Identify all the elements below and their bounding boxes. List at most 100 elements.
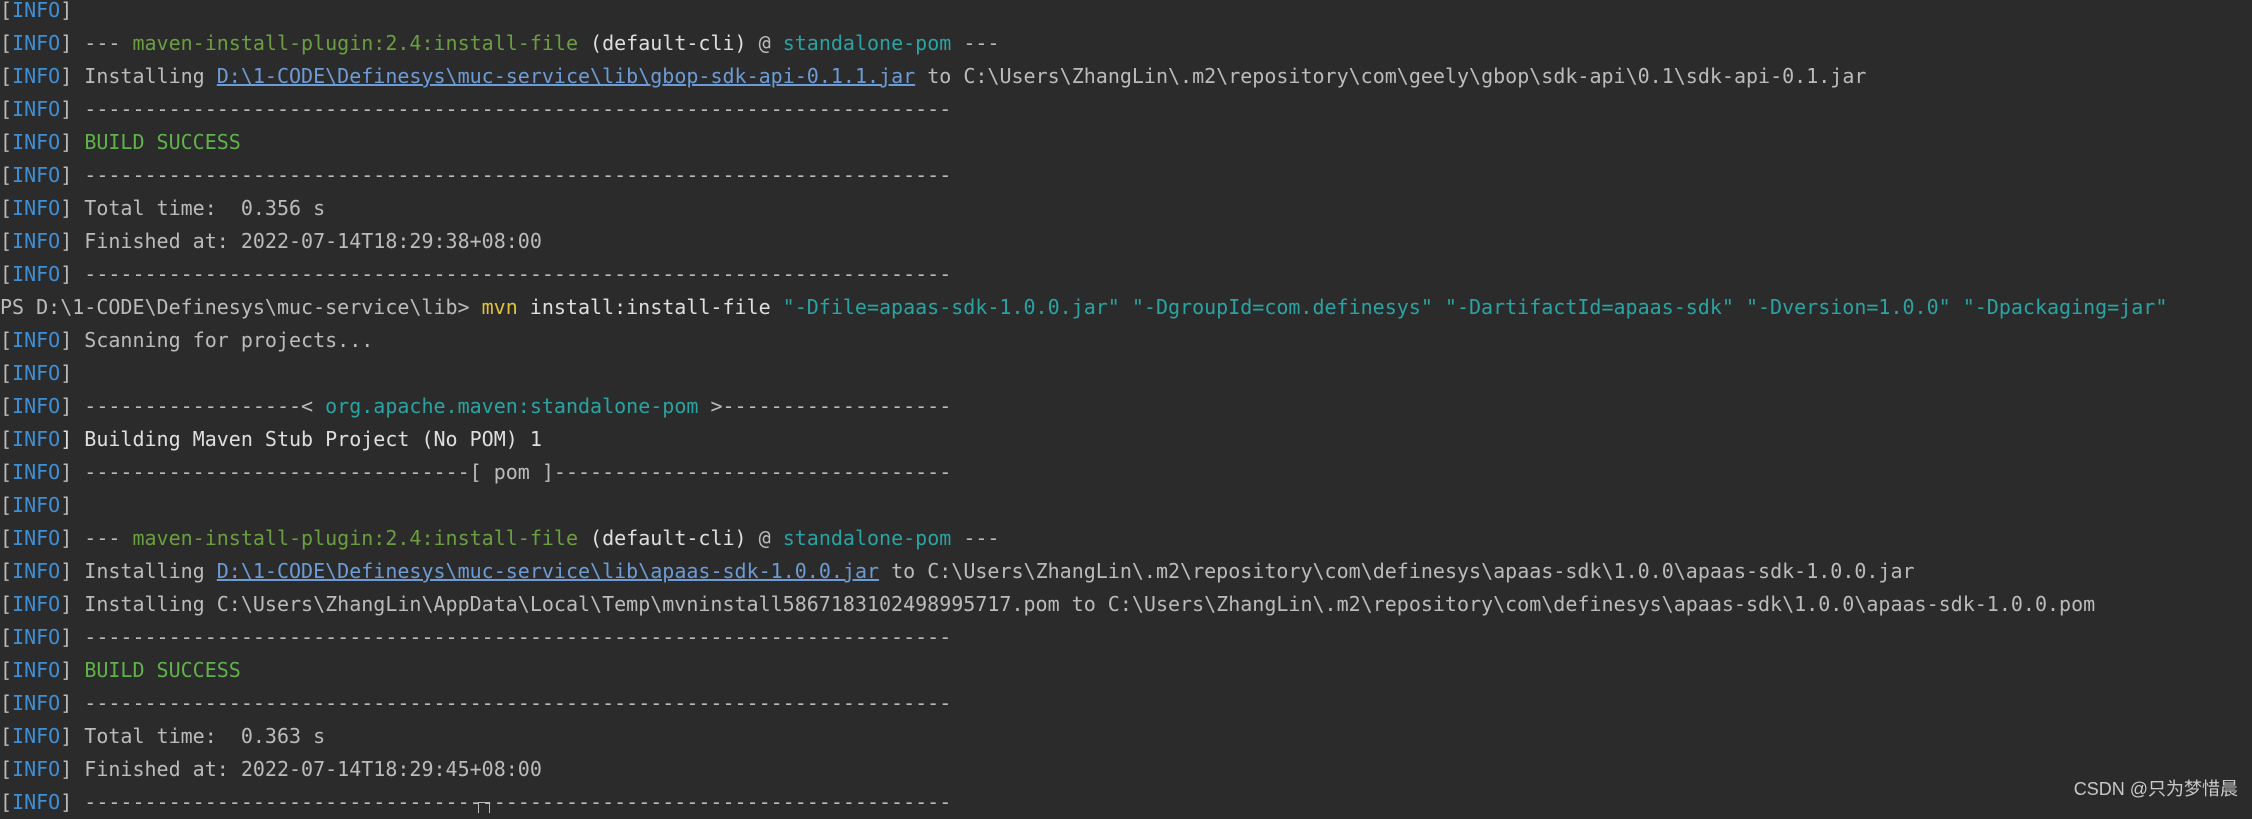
line-segment: maven-install-plugin:2.4:install-file xyxy=(132,31,578,55)
terminal-line: [INFO] Scanning for projects... xyxy=(0,324,2252,357)
terminal-line: [INFO] BUILD SUCCESS xyxy=(0,654,2252,687)
line-segment: [ xyxy=(0,196,13,220)
info-tag: INFO xyxy=(12,559,61,583)
line-segment: BUILD SUCCESS xyxy=(84,658,241,682)
info-tag: INFO xyxy=(12,328,61,352)
terminal-line: [INFO] ---------------------------------… xyxy=(0,786,2252,819)
terminal-line: [INFO] Finished at: 2022-07-14T18:29:45+… xyxy=(0,753,2252,786)
info-tag: INFO xyxy=(12,0,61,22)
line-segment: --- xyxy=(951,31,1000,55)
terminal-line: [INFO] BUILD SUCCESS xyxy=(0,126,2252,159)
line-segment: [ xyxy=(0,460,13,484)
line-segment: (default-cli) xyxy=(578,526,747,550)
line-segment: ] xyxy=(60,361,73,385)
line-segment: maven-install-plugin:2.4:install-file xyxy=(132,526,578,550)
info-tag: INFO xyxy=(12,592,61,616)
info-tag: INFO xyxy=(12,262,61,286)
info-tag: INFO xyxy=(12,724,61,748)
line-segment: ] Finished at: 2022-07-14T18:29:45+08:00 xyxy=(60,757,542,781)
line-segment: ] Finished at: 2022-07-14T18:29:38+08:00 xyxy=(60,229,542,253)
terminal-line: [INFO] ---------------------------------… xyxy=(0,621,2252,654)
line-segment: PS D:\1-CODE\Definesys\muc-service\lib> xyxy=(0,295,482,319)
line-segment: ] Total time: 0.356 s xyxy=(60,196,326,220)
line-segment: [ xyxy=(0,163,13,187)
line-segment: to C:\Users\ZhangLin\.m2\repository\com\… xyxy=(915,64,1867,88)
line-segment: [ xyxy=(0,724,13,748)
terminal-line: [INFO] Installing D:\1-CODE\Definesys\mu… xyxy=(0,555,2252,588)
info-tag: INFO xyxy=(12,31,61,55)
line-segment: org.apache.maven:standalone-pom xyxy=(325,394,699,418)
info-tag: INFO xyxy=(12,130,61,154)
info-tag: INFO xyxy=(12,163,61,187)
line-segment: ] Total time: 0.363 s xyxy=(60,724,326,748)
line-segment: ] xyxy=(60,0,73,22)
line-segment: [ xyxy=(0,592,13,616)
line-segment: [ xyxy=(0,526,13,550)
line-segment: [ xyxy=(0,658,13,682)
line-segment: ] --------------------------------------… xyxy=(60,163,952,187)
line-segment: [ xyxy=(0,625,13,649)
line-segment: --- xyxy=(951,526,1000,550)
line-segment: standalone-pom xyxy=(782,526,952,550)
line-segment: BUILD SUCCESS xyxy=(84,130,241,154)
terminal-output[interactable]: [INFO] [INFO] --- maven-install-plugin:2.… xyxy=(0,0,2252,819)
terminal-line: [INFO] ---------------------------------… xyxy=(0,687,2252,720)
line-segment: ] --------------------------------------… xyxy=(60,97,952,121)
info-tag: INFO xyxy=(12,394,61,418)
line-segment: ] Installing C:\Users\ZhangLin\AppData\L… xyxy=(60,592,2096,616)
file-path-link[interactable]: D:\1-CODE\Definesys\muc-service\lib\gbop… xyxy=(217,64,915,88)
terminal-line: PS D:\1-CODE\Definesys\muc-service\lib> … xyxy=(0,291,2252,324)
line-segment: [ xyxy=(0,361,13,385)
info-tag: INFO xyxy=(12,229,61,253)
terminal-line: [INFO] xyxy=(0,489,2252,522)
line-segment: (default-cli) xyxy=(578,31,747,55)
info-tag: INFO xyxy=(12,493,61,517)
info-tag: INFO xyxy=(12,64,61,88)
line-segment: ] Scanning for projects... xyxy=(60,328,374,352)
terminal-line: [INFO] Installing C:\Users\ZhangLin\AppD… xyxy=(0,588,2252,621)
terminal-line: [INFO] Installing D:\1-CODE\Definesys\mu… xyxy=(0,60,2252,93)
line-segment: [ xyxy=(0,493,13,517)
line-segment: @ xyxy=(746,526,783,550)
line-segment: ] xyxy=(60,493,73,517)
info-tag: INFO xyxy=(12,361,61,385)
terminal-line: [INFO] --------------------------------[… xyxy=(0,456,2252,489)
info-tag: INFO xyxy=(12,460,61,484)
info-tag: INFO xyxy=(12,658,61,682)
text-cursor xyxy=(478,802,490,813)
line-segment: [ xyxy=(0,394,13,418)
terminal-line: [INFO] Building Maven Stub Project (No P… xyxy=(0,423,2252,456)
info-tag: INFO xyxy=(12,427,61,451)
line-segment: ] --------------------------------[ pom … xyxy=(60,460,952,484)
file-path-link[interactable]: D:\1-CODE\Definesys\muc-service\lib\apaa… xyxy=(217,559,879,583)
line-segment: ] xyxy=(60,130,85,154)
line-segment: ] --------------------------------------… xyxy=(60,790,952,814)
terminal-line: [INFO] xyxy=(0,0,2252,27)
terminal-line: [INFO] --- maven-install-plugin:2.4:inst… xyxy=(0,27,2252,60)
line-segment: [ xyxy=(0,559,13,583)
line-segment: ] xyxy=(60,658,85,682)
line-segment: ] Building Maven Stub Project (No POM) 1 xyxy=(60,427,542,451)
line-segment: [ xyxy=(0,262,13,286)
line-segment: [ xyxy=(0,427,13,451)
info-tag: INFO xyxy=(12,625,61,649)
line-segment: [ xyxy=(0,0,13,22)
line-segment: ] Installing xyxy=(60,64,217,88)
terminal-line: [INFO] ------------------< org.apache.ma… xyxy=(0,390,2252,423)
info-tag: INFO xyxy=(12,526,61,550)
info-tag: INFO xyxy=(12,97,61,121)
line-segment: [ xyxy=(0,790,13,814)
terminal-line: [INFO] xyxy=(0,357,2252,390)
line-segment: standalone-pom xyxy=(782,31,952,55)
line-segment: ] --------------------------------------… xyxy=(60,262,952,286)
line-segment: [ xyxy=(0,229,13,253)
line-segment: ] ------------------< xyxy=(60,394,326,418)
line-segment: [ xyxy=(0,691,13,715)
line-segment: install:install-file xyxy=(517,295,783,319)
line-segment: [ xyxy=(0,130,13,154)
line-segment: to C:\Users\ZhangLin\.m2\repository\com\… xyxy=(879,559,1915,583)
line-segment: mvn xyxy=(481,295,518,319)
line-segment: ] Installing xyxy=(60,559,217,583)
info-tag: INFO xyxy=(12,790,61,814)
terminal-line: [INFO] --- maven-install-plugin:2.4:inst… xyxy=(0,522,2252,555)
